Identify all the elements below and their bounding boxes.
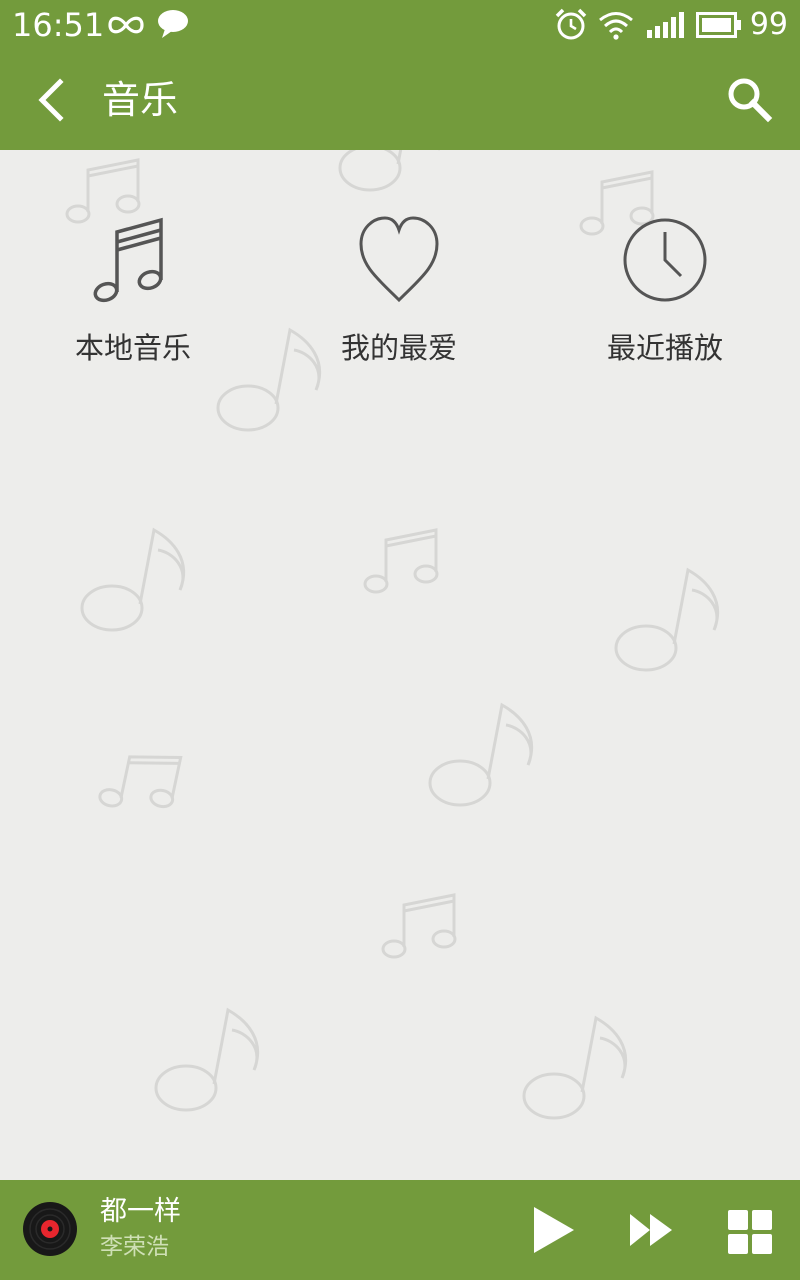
grid-menu-icon[interactable] <box>726 1208 774 1256</box>
wifi-icon <box>599 12 633 40</box>
alarm-clock-icon <box>555 8 587 40</box>
chat-bubble-icon <box>158 10 188 38</box>
back-arrow-icon <box>38 78 64 122</box>
play-icon[interactable] <box>526 1204 578 1256</box>
status-bar: 16:51 99 <box>0 0 800 50</box>
signal-bars-icon <box>647 12 684 38</box>
search-button[interactable] <box>720 70 780 130</box>
content-area: 本地音乐 我的最爱 最近播放 <box>0 150 800 1180</box>
category-favorites[interactable]: 我的最爱 <box>266 210 532 380</box>
battery-icon <box>696 12 741 38</box>
search-icon <box>728 78 773 123</box>
heart-icon <box>359 216 439 303</box>
infinity-icon <box>108 16 144 34</box>
page-title: 音乐 <box>102 78 179 122</box>
back-button[interactable] <box>22 70 82 130</box>
app-bar: 音乐 <box>0 50 800 150</box>
category-label: 最近播放 <box>606 331 723 365</box>
clock-icon <box>623 218 707 302</box>
track-artist: 李荣浩 <box>100 1234 169 1260</box>
category-recently-played[interactable]: 最近播放 <box>532 210 798 380</box>
music-note-icon <box>93 217 163 303</box>
vinyl-record-icon[interactable] <box>22 1201 78 1257</box>
status-time: 16:51 <box>12 6 105 44</box>
category-label: 本地音乐 <box>74 331 191 365</box>
battery-level: 99 <box>749 7 788 42</box>
music-app-screen: 16:51 99 音乐 本地音乐 我的最爱 最近播放 都一样 李荣浩 <box>0 0 800 1280</box>
category-local-music[interactable]: 本地音乐 <box>0 210 266 380</box>
now-playing-bar[interactable]: 都一样 李荣浩 <box>0 1180 800 1280</box>
category-label: 我的最爱 <box>340 331 457 365</box>
fast-forward-icon[interactable] <box>626 1208 678 1252</box>
track-title: 都一样 <box>100 1196 181 1227</box>
